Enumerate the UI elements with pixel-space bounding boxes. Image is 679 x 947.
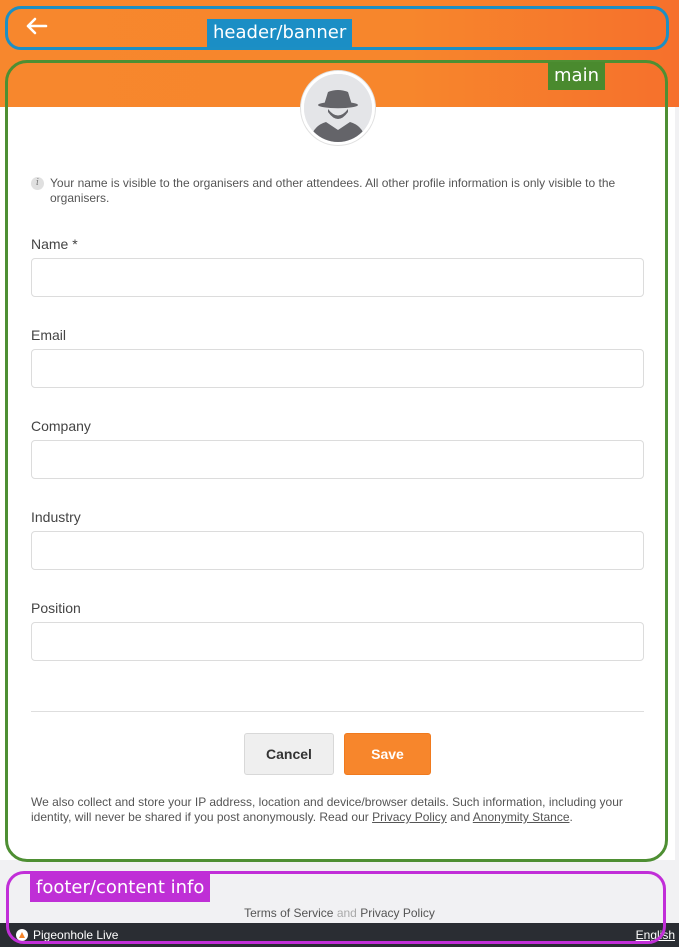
footer-and: and (336, 906, 357, 920)
position-field[interactable] (31, 622, 644, 661)
back-button[interactable] (22, 12, 50, 40)
language-selector[interactable]: English (636, 928, 675, 942)
header-annotation-label: header/banner (207, 19, 353, 47)
name-field[interactable] (31, 258, 644, 297)
anonymous-avatar-icon[interactable] (301, 71, 375, 145)
disclaimer-and: and (446, 810, 473, 824)
anonymity-stance-link[interactable]: Anonymity Stance (473, 810, 570, 824)
footer-links: Terms of Service and Privacy Policy (0, 906, 679, 920)
privacy-disclaimer: We also collect and store your IP addres… (31, 795, 643, 825)
arrow-left-icon (26, 17, 48, 35)
privacy-policy-link[interactable]: Privacy Policy (372, 810, 447, 824)
disclaimer-end: . (569, 810, 573, 824)
footer-annotation-label: footer/content info (30, 874, 211, 902)
name-label: Name * (31, 236, 78, 252)
position-label: Position (31, 600, 81, 616)
company-label: Company (31, 418, 91, 434)
company-field[interactable] (31, 440, 644, 479)
cancel-button[interactable]: Cancel (244, 733, 334, 775)
info-icon: i (31, 177, 44, 190)
industry-label: Industry (31, 509, 81, 525)
brand[interactable]: Pigeonhole Live (16, 928, 118, 942)
email-field[interactable] (31, 349, 644, 388)
footer-privacy-link[interactable]: Privacy Policy (360, 906, 435, 920)
industry-field[interactable] (31, 531, 644, 570)
profile-card (0, 107, 675, 860)
main-annotation-label: main (548, 62, 605, 90)
bottom-bar: Pigeonhole Live English (0, 923, 679, 947)
pigeonhole-logo-icon (16, 929, 28, 941)
terms-of-service-link[interactable]: Terms of Service (244, 906, 333, 920)
visibility-notice: i Your name is visible to the organisers… (31, 176, 643, 206)
email-label: Email (31, 327, 67, 343)
save-button[interactable]: Save (344, 733, 431, 775)
form-divider (31, 711, 644, 712)
visibility-notice-text: Your name is visible to the organisers a… (50, 176, 616, 205)
brand-name: Pigeonhole Live (33, 928, 119, 942)
